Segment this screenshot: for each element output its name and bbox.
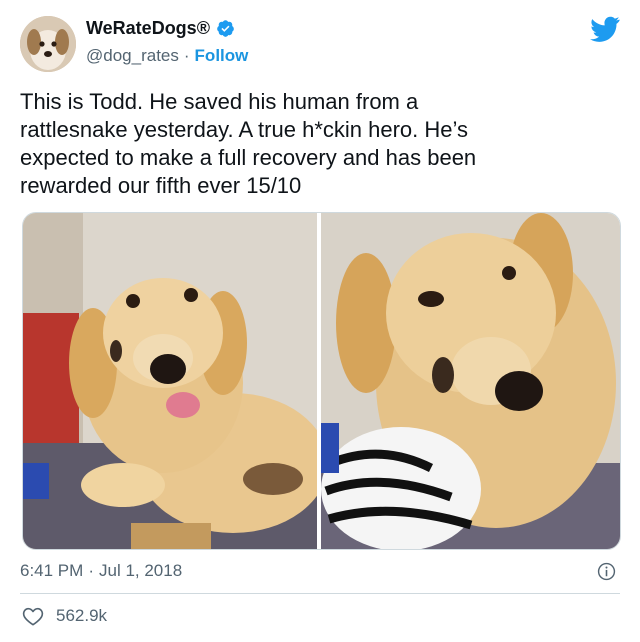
account-handle[interactable]: @dog_rates (86, 46, 179, 66)
tweet-text: This is Todd. He saved his human from a … (20, 89, 477, 198)
heart-icon[interactable] (22, 606, 44, 626)
like-row[interactable]: 562.9k (22, 606, 107, 626)
verified-badge-icon (217, 20, 234, 37)
tweet-meta: 6:41 PM · Jul 1, 2018 (20, 558, 620, 584)
dog-photo-left[interactable] (23, 213, 317, 549)
handle-row: @dog_rates · Follow (86, 46, 248, 66)
tweet-time[interactable]: 6:41 PM (20, 561, 83, 581)
handle-separator: · (183, 46, 190, 65)
tweet-card: WeRateDogs® @dog_rates · Follow This is … (0, 0, 640, 642)
display-name[interactable]: WeRateDogs® (86, 18, 210, 39)
like-count: 562.9k (56, 606, 108, 625)
tweet-header: WeRateDogs® @dog_rates · Follow (20, 14, 620, 74)
account-name-row[interactable]: WeRateDogs® (86, 18, 235, 39)
dog-photo-right[interactable] (321, 213, 620, 549)
follow-button[interactable]: Follow (195, 46, 249, 66)
twitter-bird-icon[interactable] (590, 16, 620, 42)
tweet-media[interactable] (22, 212, 621, 550)
meta-separator: · (88, 561, 94, 580)
info-icon[interactable] (597, 562, 616, 581)
avatar[interactable] (20, 16, 76, 72)
tweet-date[interactable]: Jul 1, 2018 (99, 561, 182, 581)
divider (20, 593, 620, 594)
